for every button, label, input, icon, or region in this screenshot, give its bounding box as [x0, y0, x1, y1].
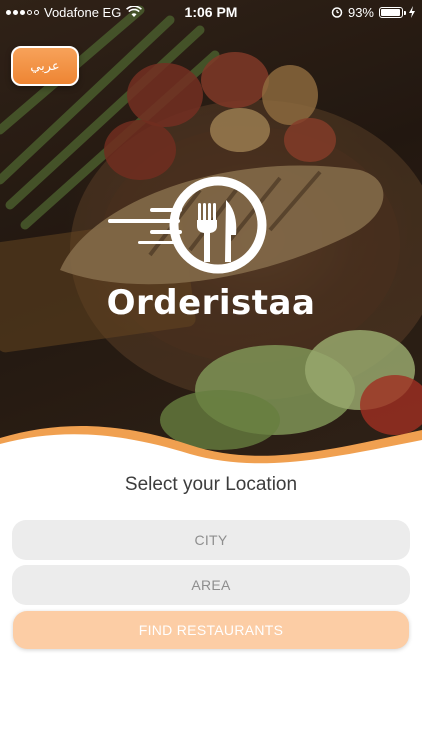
- alarm-icon: [331, 7, 343, 18]
- find-restaurants-button[interactable]: FIND RESTAURANTS: [13, 611, 409, 649]
- status-bar: Vodafone EG 1:06 PM 93%: [0, 0, 422, 24]
- brand-name: Orderistaa: [106, 283, 316, 323]
- select-location-title: Select your Location: [124, 474, 298, 495]
- signal-icon: [6, 9, 39, 15]
- area-select[interactable]: AREA: [12, 565, 410, 605]
- battery-percent: 93%: [347, 4, 374, 20]
- battery-icon: [379, 6, 406, 18]
- area-select-label: AREA: [191, 577, 231, 593]
- status-bar-right: 93%: [331, 5, 416, 20]
- logo-ring: [169, 176, 267, 274]
- find-restaurants-label: FIND RESTAURANTS: [138, 622, 284, 638]
- language-toggle-button[interactable]: عربي: [11, 46, 79, 86]
- charging-icon: [409, 6, 415, 18]
- status-bar-left: Vodafone EG: [6, 4, 143, 20]
- wifi-icon: [126, 6, 143, 17]
- city-select-label: CITY: [194, 532, 228, 548]
- carrier-name: Vodafone EG: [44, 4, 122, 20]
- city-select[interactable]: CITY: [12, 520, 410, 560]
- fork-knife-icon: [197, 200, 237, 262]
